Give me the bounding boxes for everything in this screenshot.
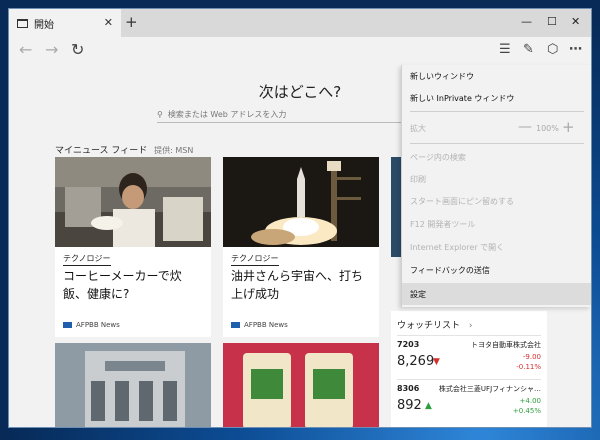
forward-icon[interactable]: → (45, 40, 58, 59)
stock-code: 8306 (397, 384, 420, 393)
stock-price: 8,269 (397, 354, 435, 369)
news-card[interactable] (223, 343, 379, 427)
tab-start[interactable]: 開始 ✕ (9, 9, 121, 37)
news-image (55, 343, 211, 427)
stock-change-percent: +0.45% (512, 407, 541, 415)
feed-title: マイニュース フィード 提供: MSN (55, 143, 193, 156)
stock-row[interactable]: 8306 株式会社三菱UFJフィナンシャ… 892 ▲ +4.00 +0.45% (397, 379, 541, 417)
menu-separator (410, 111, 584, 112)
new-tab-icon[interactable]: + (125, 13, 138, 31)
stock-change-percent: -0.11% (516, 363, 541, 371)
feed-source: 提供: MSN (154, 146, 194, 155)
stock-code: 7203 (397, 340, 420, 349)
zoom-value: 100% (536, 124, 559, 133)
more-actions-menu: 新しいウィンドウ 新しい InPrivate ウィンドウ 拡大 — 100% +… (401, 65, 591, 307)
search-input[interactable]: ⚲ 検索または Web アドレスを入力 (157, 107, 437, 123)
refresh-icon[interactable]: ↻ (71, 40, 84, 59)
menu-feedback[interactable]: フィードバックの送信 (402, 259, 591, 281)
toolbar: ← → ↻ ☰ ✎ ⬡ ⋯ (9, 37, 591, 65)
menu-pin[interactable]: スタート画面にピン留めする (402, 190, 591, 212)
afp-logo-icon (63, 322, 72, 328)
stock-name: 株式会社三菱UFJフィナンシャ… (438, 385, 541, 393)
tab-close-icon[interactable]: ✕ (104, 16, 113, 29)
menu-devtools[interactable]: F12 開発者ツール (402, 213, 591, 235)
arrow-down-icon: ▼ (433, 357, 440, 367)
news-title: 油井さんら宇宙へ、打ち上げ成功 (231, 269, 364, 301)
news-category: テクノロジー (63, 253, 111, 266)
hub-icon[interactable]: ☰ (499, 42, 511, 57)
feed-title-text: マイニュース フィード (55, 146, 148, 156)
afp-logo-icon (231, 322, 240, 328)
news-card[interactable]: テクノロジー コーヒーメーカーで炊飯、健康に? AFPBB News (55, 157, 211, 337)
news-source-label: AFPBB News (76, 321, 120, 329)
news-source-label: AFPBB News (244, 321, 288, 329)
news-image (223, 157, 379, 247)
stock-change-value: -9.00 (522, 353, 541, 361)
maximize-icon[interactable]: ☐ (547, 15, 557, 28)
stock-price: 892 (397, 398, 422, 413)
zoom-out-icon[interactable]: — (518, 119, 532, 135)
chevron-right-icon: › (468, 321, 473, 331)
zoom-label: 拡大 (410, 123, 426, 133)
menu-new-window[interactable]: 新しいウィンドウ (402, 65, 591, 87)
search-icon: ⚲ (157, 110, 163, 119)
menu-zoom: 拡大 — 100% + (402, 117, 591, 139)
watchlist-title[interactable]: ウォッチリスト › (397, 318, 473, 331)
news-card[interactable] (55, 343, 211, 427)
browser-window: 開始 ✕ + — ☐ ✕ ← → ↻ ☰ ✎ ⬡ ⋯ 次はどこへ? ⚲ 検索また… (8, 8, 592, 428)
web-note-icon[interactable]: ✎ (523, 42, 534, 57)
tab-title: 開始 (34, 19, 54, 31)
menu-open-ie[interactable]: Internet Explorer で開く (402, 236, 591, 258)
zoom-in-icon[interactable]: + (562, 118, 575, 136)
stock-row[interactable]: 7203 トヨタ自動車株式会社 8,269 ▼ -9.00 -0.11% (397, 335, 541, 373)
close-icon[interactable]: ✕ (571, 15, 580, 28)
back-icon[interactable]: ← (19, 40, 32, 59)
menu-print[interactable]: 印刷 (402, 168, 591, 190)
watchlist-title-text: ウォッチリスト (397, 321, 461, 331)
share-icon[interactable]: ⬡ (547, 42, 558, 57)
news-image (55, 157, 211, 247)
tab-page-icon (17, 18, 28, 28)
watchlist-panel: ウォッチリスト › 7203 トヨタ自動車株式会社 8,269 ▼ -9.00 … (391, 311, 547, 427)
stock-change: +4.00 +0.45% (513, 396, 541, 416)
news-source: AFPBB News (231, 321, 288, 329)
news-title: コーヒーメーカーで炊飯、健康に? (63, 269, 182, 301)
menu-separator (410, 143, 584, 144)
news-card[interactable]: テクノロジー 油井さんら宇宙へ、打ち上げ成功 AFPBB News (223, 157, 379, 337)
news-image (223, 343, 379, 427)
news-category: テクノロジー (231, 253, 279, 266)
stock-change: -9.00 -0.11% (516, 352, 541, 372)
menu-find[interactable]: ページ内の検索 (402, 146, 591, 168)
news-source: AFPBB News (63, 321, 120, 329)
stock-name: トヨタ自動車株式会社 (471, 341, 541, 349)
menu-new-inprivate[interactable]: 新しい InPrivate ウィンドウ (402, 87, 591, 109)
arrow-up-icon: ▲ (425, 401, 432, 411)
menu-settings[interactable]: 設定 (402, 283, 591, 305)
stock-change-value: +4.00 (519, 397, 541, 405)
minimize-icon[interactable]: — (521, 15, 532, 28)
search-placeholder: 検索または Web アドレスを入力 (167, 110, 287, 119)
title-bar: 開始 ✕ + — ☐ ✕ (9, 9, 591, 37)
more-actions-icon[interactable]: ⋯ (569, 42, 582, 57)
